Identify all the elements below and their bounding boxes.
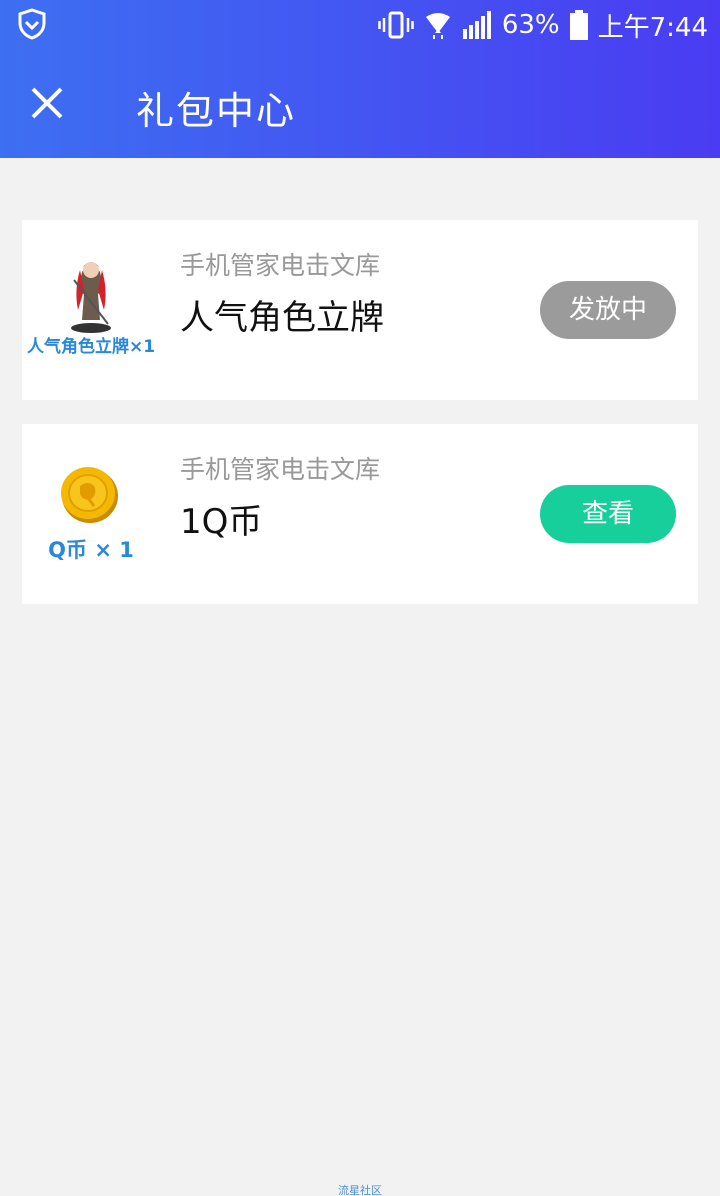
battery-icon <box>569 10 588 40</box>
signal-icon <box>462 11 492 39</box>
gift-thumbnail: Q币 × 1 <box>22 454 160 574</box>
thumb-caption: 人气角色立牌×1 <box>26 337 156 357</box>
clock: 上午7:44 <box>597 12 708 43</box>
page-title: 礼包中心 <box>136 89 297 133</box>
app-header: 63% 上午7:44 礼包中心 <box>0 0 720 158</box>
close-icon[interactable] <box>26 82 68 124</box>
shield-icon <box>16 8 48 40</box>
gift-name: 1Q币 <box>180 502 263 542</box>
gift-name: 人气角色立牌 <box>180 298 384 338</box>
gift-thumbnail: 人气角色立牌×1 <box>22 250 160 370</box>
thumb-caption: Q币 × 1 <box>48 538 134 562</box>
wifi-icon <box>424 11 452 39</box>
gift-card[interactable]: 人气角色立牌×1 手机管家电击文库 人气角色立牌 发放中 <box>22 220 698 400</box>
gift-source: 手机管家电击文库 <box>180 455 381 484</box>
watermark: 流星社区 <box>338 1184 382 1196</box>
vibrate-icon <box>378 11 414 39</box>
view-button[interactable]: 查看 <box>540 485 676 543</box>
status-bar: 63% 上午7:44 <box>0 0 720 50</box>
character-standee-image <box>71 262 111 333</box>
q-coin-icon <box>61 467 118 523</box>
gift-card[interactable]: Q币 × 1 手机管家电击文库 1Q币 查看 <box>22 424 698 604</box>
battery-percent: 63% <box>501 10 560 40</box>
distributing-button[interactable]: 发放中 <box>540 281 676 339</box>
gift-source: 手机管家电击文库 <box>180 251 381 280</box>
